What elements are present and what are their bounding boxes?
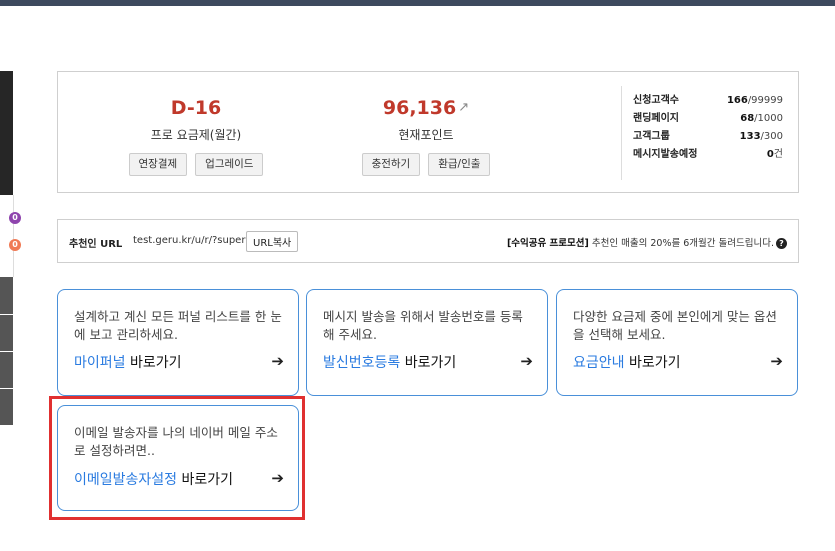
points-section: 96,136 ↗ 현재포인트 충전하기 환급/인출 bbox=[336, 96, 516, 176]
points-label: 현재포인트 bbox=[398, 128, 454, 142]
plan-days-left: D-16 bbox=[170, 97, 222, 119]
refund-button[interactable]: 환급/인출 bbox=[428, 153, 491, 176]
sidebar-light-section bbox=[0, 195, 14, 277]
sidebar-item[interactable] bbox=[0, 352, 13, 388]
metric-row: 랜딩페이지 68/1000 bbox=[633, 110, 783, 128]
metric-label: 랜딩페이지 bbox=[633, 113, 679, 124]
email-sender-settings-card[interactable]: 이메일 발송자를 나의 네이버 메일 주소로 설정하려면.. 이메일발송자설정 … bbox=[57, 405, 299, 511]
metric-label: 메시지발송예정 bbox=[633, 149, 698, 160]
pricing-card[interactable]: 다양한 요금제 중에 본인에게 맞는 옵션을 선택해 보세요. 요금안내 바로가… bbox=[556, 289, 798, 396]
card-link[interactable]: 마이퍼널 바로가기 bbox=[74, 352, 182, 372]
arrow-right-icon: ➔ bbox=[770, 352, 783, 370]
account-stats-panel: D-16 프로 요금제(월간) 연장결제 업그레이드 96,136 ↗ 현재포인트… bbox=[57, 71, 799, 193]
referral-url: test.geru.kr/u/r/?super bbox=[133, 235, 246, 246]
points-value-row: 96,136 ↗ bbox=[336, 96, 516, 120]
sidebar-item[interactable] bbox=[0, 389, 13, 425]
sender-number-card[interactable]: 메시지 발송을 위해서 발송번호를 등록해 주세요. 발신번호등록 바로가기 ➔ bbox=[306, 289, 548, 396]
copy-url-button[interactable]: URL복사 bbox=[246, 231, 299, 252]
card-link[interactable]: 발신번호등록 바로가기 bbox=[323, 352, 456, 372]
external-link-icon[interactable]: ↗ bbox=[458, 96, 469, 120]
arrow-right-icon: ➔ bbox=[271, 352, 284, 370]
sidebar-item[interactable] bbox=[0, 277, 13, 314]
sidebar-count-badge-orange[interactable]: 0 bbox=[9, 239, 21, 251]
metric-value: 133/300 bbox=[739, 131, 783, 142]
card-description: 이메일 발송자를 나의 네이버 메일 주소로 설정하려면.. bbox=[74, 425, 278, 458]
metric-row: 고객그룹 133/300 bbox=[633, 128, 783, 146]
metric-label: 신청고객수 bbox=[633, 95, 679, 106]
help-icon[interactable]: ? bbox=[776, 238, 787, 249]
promotion-title: [수익공유 프로모션] bbox=[506, 238, 589, 249]
metric-value: 166/99999 bbox=[726, 95, 783, 106]
referral-label: 추천인 URL bbox=[69, 239, 123, 250]
upgrade-button[interactable]: 업그레이드 bbox=[195, 153, 264, 176]
charge-button[interactable]: 충전하기 bbox=[361, 153, 421, 176]
top-bar bbox=[0, 0, 835, 6]
metric-row: 메시지발송예정 0건 bbox=[633, 146, 783, 164]
usage-metrics: 신청고객수 166/99999 랜딩페이지 68/1000 고객그룹 133/3… bbox=[633, 92, 783, 164]
promotion-note: [수익공유 프로모션] 추천인 매출의 20%를 6개월간 돌려드립니다.? bbox=[507, 235, 787, 249]
divider bbox=[621, 86, 622, 180]
metric-value: 68/1000 bbox=[740, 113, 783, 124]
referral-panel: 추천인 URL test.geru.kr/u/r/?super URL복사 [수… bbox=[57, 219, 799, 263]
card-link[interactable]: 요금안내 바로가기 bbox=[573, 352, 681, 372]
arrow-right-icon: ➔ bbox=[271, 469, 284, 487]
card-description: 메시지 발송을 위해서 발송번호를 등록해 주세요. bbox=[323, 309, 523, 342]
sidebar-item[interactable] bbox=[0, 315, 13, 351]
sidebar-dark-section bbox=[0, 71, 13, 195]
sidebar-count-badge-purple[interactable]: 0 bbox=[9, 212, 21, 224]
card-description: 설계하고 계신 모든 퍼널 리스트를 한 눈에 보고 관리하세요. bbox=[74, 309, 282, 342]
arrow-right-icon: ➔ bbox=[520, 352, 533, 370]
my-funnel-card[interactable]: 설계하고 계신 모든 퍼널 리스트를 한 눈에 보고 관리하세요. 마이퍼널 바… bbox=[57, 289, 299, 396]
metric-label: 고객그룹 bbox=[633, 131, 670, 142]
card-link[interactable]: 이메일발송자설정 바로가기 bbox=[74, 469, 233, 489]
plan-label: 프로 요금제(월간) bbox=[150, 128, 242, 142]
plan-section: D-16 프로 요금제(월간) 연장결제 업그레이드 bbox=[106, 96, 286, 176]
metric-row: 신청고객수 166/99999 bbox=[633, 92, 783, 110]
card-description: 다양한 요금제 중에 본인에게 맞는 옵션을 선택해 보세요. bbox=[573, 309, 777, 342]
promotion-text: 추천인 매출의 20%를 6개월간 돌려드립니다. bbox=[588, 238, 774, 249]
metric-value: 0건 bbox=[766, 149, 783, 160]
points-value: 96,136 bbox=[382, 97, 457, 119]
extend-payment-button[interactable]: 연장결제 bbox=[128, 153, 188, 176]
